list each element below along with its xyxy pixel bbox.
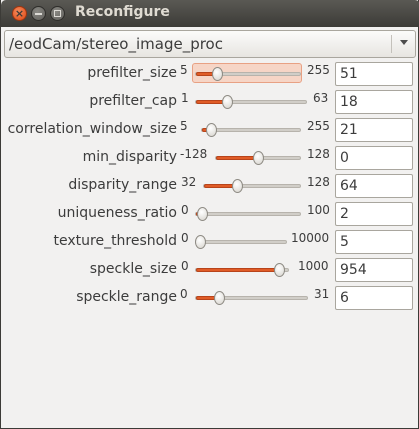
param-max-label: 128 <box>307 147 330 161</box>
param-label: speckle_range <box>76 289 177 305</box>
param-row-prefilter-size: prefilter_size 5 255 51 <box>1 62 419 88</box>
param-max-label: 100 <box>307 203 330 217</box>
param-min-label: -128 <box>180 147 208 161</box>
slider-handle[interactable] <box>206 123 217 137</box>
close-window-icon[interactable]: × <box>12 6 27 21</box>
param-row-texture-threshold: texture_threshold 0 10000 5 <box>1 230 419 256</box>
slider-track[interactable] <box>195 240 287 244</box>
param-value-input[interactable]: 18 <box>335 90 413 114</box>
slider-handle[interactable] <box>195 235 206 249</box>
param-min-label: 0 <box>181 231 189 245</box>
title-bar[interactable]: × Reconfigure <box>1 0 419 27</box>
param-slider[interactable] <box>192 91 308 111</box>
dropdown-separator <box>391 35 392 53</box>
chevron-down-icon[interactable] <box>400 40 408 45</box>
slider-fill <box>196 268 280 272</box>
param-min-label: 5 <box>180 119 188 133</box>
maximize-box <box>54 10 61 17</box>
slider-handle[interactable] <box>197 207 208 221</box>
slider-handle[interactable] <box>274 263 285 277</box>
param-max-label: 63 <box>313 91 329 105</box>
maximize-window-icon[interactable] <box>50 6 65 21</box>
slider-handle[interactable] <box>222 95 233 109</box>
param-row-correlation-window-size: correlation_window_size 5 255 21 <box>1 118 419 144</box>
param-value-input[interactable]: 21 <box>335 118 413 142</box>
param-slider[interactable] <box>192 259 290 279</box>
param-label: prefilter_size <box>87 65 177 81</box>
minimize-bar <box>35 13 42 15</box>
param-value-input[interactable]: 5 <box>335 230 413 254</box>
slider-track[interactable] <box>195 72 301 76</box>
param-max-label: 128 <box>307 175 330 189</box>
slider-handle[interactable] <box>212 67 223 81</box>
param-value-input[interactable]: 64 <box>335 174 413 198</box>
param-max-label: 1000 <box>298 259 329 273</box>
slider-track[interactable] <box>195 100 307 104</box>
param-min-label: 0 <box>181 259 189 273</box>
param-min-label: 5 <box>180 63 188 77</box>
slider-track[interactable] <box>195 296 308 300</box>
param-value-input[interactable]: 51 <box>335 62 413 86</box>
param-min-label: 0 <box>181 203 189 217</box>
param-label: disparity_range <box>68 177 177 193</box>
param-row-uniqueness-ratio: uniqueness_ratio 0 100 2 <box>1 202 419 228</box>
param-slider[interactable] <box>192 231 288 251</box>
param-label: prefilter_cap <box>89 93 177 109</box>
param-slider[interactable] <box>192 287 309 307</box>
param-row-speckle-size: speckle_size 0 1000 954 <box>1 258 419 284</box>
node-selector-dropdown[interactable]: /eodCam/stereo_image_proc <box>4 30 416 58</box>
param-label: correlation_window_size <box>7 121 177 137</box>
param-row-prefilter-cap: prefilter_cap 1 63 18 <box>1 90 419 116</box>
param-label: min_disparity <box>82 149 177 165</box>
param-min-label: 32 <box>181 175 197 189</box>
param-value-input[interactable]: 954 <box>335 258 413 282</box>
param-slider[interactable] <box>192 63 302 83</box>
param-min-label: 0 <box>180 287 188 301</box>
reconfigure-window: × Reconfigure /eodCam/stereo_image_proc … <box>0 0 419 429</box>
slider-handle[interactable] <box>253 151 264 165</box>
param-value-input[interactable]: 0 <box>335 146 413 170</box>
param-label: uniqueness_ratio <box>57 205 177 221</box>
param-slider[interactable] <box>192 203 302 223</box>
param-max-label: 255 <box>307 63 330 77</box>
param-label: speckle_size <box>89 261 177 277</box>
window-title: Reconfigure <box>75 4 170 20</box>
param-min-label: 1 <box>181 91 189 105</box>
param-row-speckle-range: speckle_range 0 31 6 <box>1 286 419 312</box>
param-slider[interactable] <box>198 119 302 139</box>
slider-handle[interactable] <box>232 179 243 193</box>
param-value-input[interactable]: 6 <box>335 286 413 310</box>
param-slider[interactable] <box>212 147 302 167</box>
param-max-label: 255 <box>307 119 330 133</box>
param-max-label: 10000 <box>291 231 330 245</box>
slider-track[interactable] <box>203 184 301 188</box>
param-label: texture_threshold <box>53 233 178 249</box>
param-row-disparity-range: disparity_range 32 128 64 <box>1 174 419 200</box>
param-slider[interactable] <box>200 175 302 195</box>
minimize-window-icon[interactable] <box>31 6 46 21</box>
param-row-min-disparity: min_disparity -128 128 0 <box>1 146 419 172</box>
slider-track[interactable] <box>195 212 301 216</box>
param-max-label: 31 <box>314 287 330 301</box>
param-value-input[interactable]: 2 <box>335 202 413 226</box>
slider-handle[interactable] <box>214 291 225 305</box>
node-selector-value: /eodCam/stereo_image_proc <box>9 35 223 53</box>
